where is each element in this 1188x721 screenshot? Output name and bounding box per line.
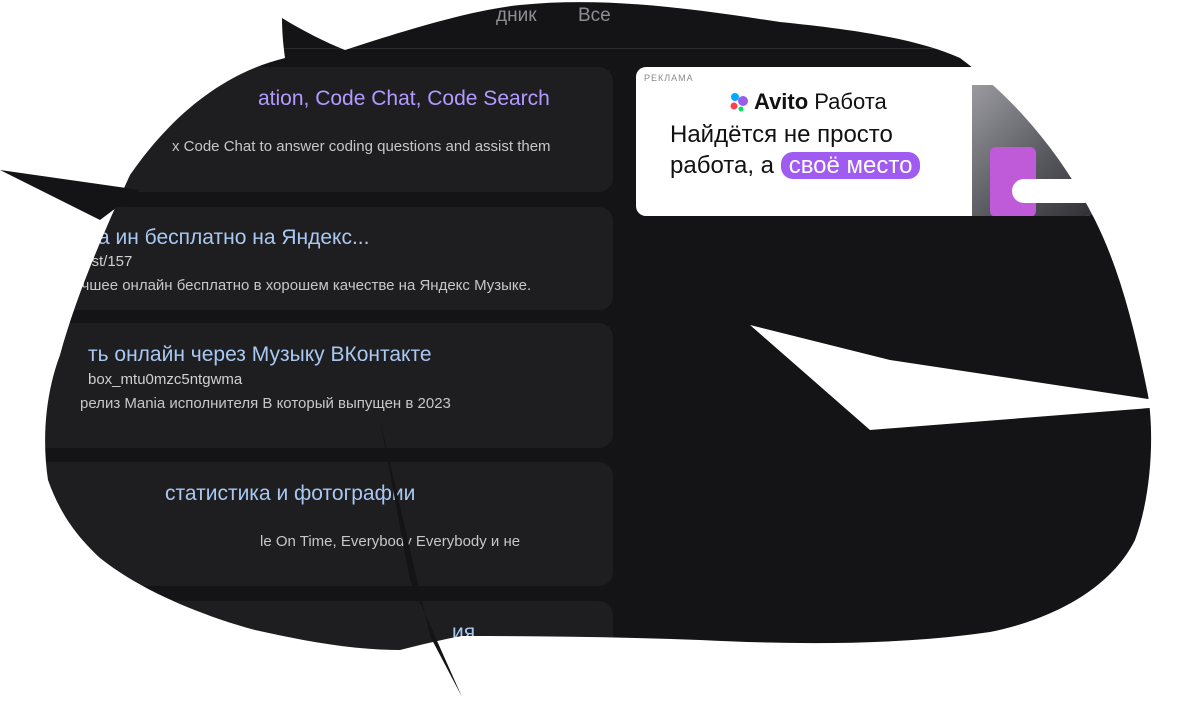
ad-headline: Найдётся не просто работа, а своё место: [670, 119, 920, 181]
result-snippet: релиз Mania исполнителя В который выпуще…: [80, 395, 451, 412]
result-snippet: le On Time, Everybody Everybody и не: [260, 533, 521, 550]
ad-brand-name: Avito: [754, 89, 809, 114]
avito-dots-icon: [728, 91, 750, 113]
result-title[interactable]: ть онлайн через Музыку ВКонтакте: [88, 343, 432, 367]
result-card-1[interactable]: ation, Code Chat, Code Search x Code Cha…: [0, 67, 613, 192]
result-card-2[interactable]: а ин бесплатно на Яндекс... tist/157 учш…: [0, 207, 613, 310]
result-card-4[interactable]: статистика и фотографии le On Time, Ever…: [0, 462, 613, 586]
result-title[interactable]: статистика и фотографии: [165, 482, 415, 506]
result-url[interactable]: box_mtu0mzc5ntgwma: [88, 371, 242, 388]
result-title[interactable]: ation, Code Chat, Code Search: [258, 87, 550, 111]
result-url[interactable]: tist/157: [84, 253, 132, 270]
search-tabs: дник Все: [0, 0, 1188, 49]
tab-dnevnik[interactable]: дник: [496, 5, 537, 27]
avito-ad-banner[interactable]: РЕКЛАМА Avito Работа Найдётся не просто …: [636, 67, 1096, 216]
ad-photo-pill: [1012, 179, 1096, 203]
result-title[interactable]: ия: [452, 621, 475, 645]
result-card-3[interactable]: ть онлайн через Музыку ВКонтакте box_mtu…: [0, 323, 613, 448]
ad-headline-line-1: Найдётся не просто: [670, 121, 893, 148]
search-results-page: дник Все ation, Code Chat, Code Search x…: [0, 0, 1188, 697]
result-card-5[interactable]: ия: [0, 601, 613, 721]
result-title[interactable]: а ин бесплатно на Яндекс...: [98, 226, 369, 250]
ad-label: РЕКЛАМА: [644, 73, 694, 83]
avito-logo: Avito Работа: [728, 89, 887, 115]
ad-headline-prefix: работа, а: [670, 152, 775, 179]
tab-all[interactable]: Все: [578, 5, 611, 27]
result-snippet: учшее онлайн бесплатно в хорошем качеств…: [74, 277, 532, 294]
ad-headline-line-2: работа, а своё место: [670, 150, 920, 181]
ad-brand-suffix: Работа: [814, 89, 887, 114]
ad-headline-highlight: своё место: [781, 152, 921, 179]
result-snippet: x Code Chat to answer coding questions a…: [172, 138, 551, 155]
